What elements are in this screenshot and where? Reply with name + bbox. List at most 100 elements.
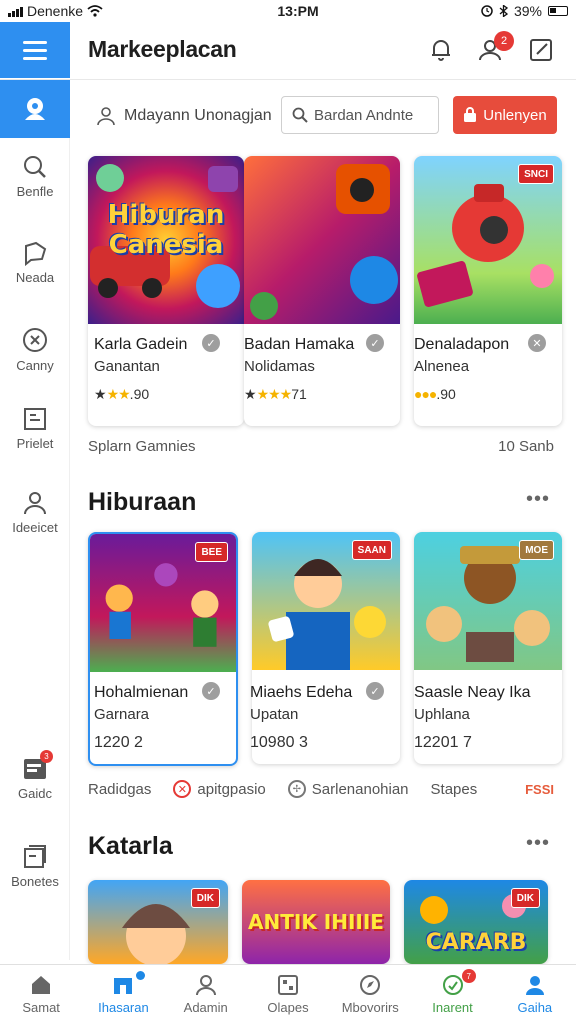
compass-icon: [360, 975, 381, 995]
footer-label[interactable]: Splarn Gamnies: [88, 438, 196, 455]
status-bar: Denenke 13:PM 39%: [0, 0, 576, 22]
card-thumbnail: ANTIK IHIIIE: [242, 880, 390, 964]
document-icon: [24, 408, 46, 430]
nav-label: Adamin: [183, 1000, 228, 1015]
edit-icon[interactable]: [528, 37, 554, 63]
sidebar-item-document[interactable]: Prielet: [0, 406, 70, 451]
wifi-icon: [87, 5, 103, 17]
nav-item-explore[interactable]: Mbovorirs: [329, 965, 411, 1024]
game-card[interactable]: BEE: [88, 532, 238, 766]
nav-item-store[interactable]: Ihasaran: [82, 965, 164, 1024]
game-card[interactable]: SAAN: [252, 532, 400, 764]
active-dot: [135, 971, 145, 980]
carrier-label: Denenke: [27, 3, 84, 19]
thumb-title: CARARB: [425, 930, 527, 955]
card-title: Saasle Neay Ika: [414, 684, 531, 701]
rating-stars: ★★★: [256, 386, 293, 402]
katarla-row: DIK ANTIK IHIIIE CARARB DIK: [80, 880, 548, 964]
sidebar-item-label: Bonetes: [11, 874, 59, 889]
card-subtitle: Garnara: [94, 706, 150, 723]
card-thumbnail: SNCI: [414, 156, 562, 324]
card-meta: 1220 2: [94, 734, 143, 751]
battery-icon: [548, 6, 568, 16]
store-icon: [114, 978, 133, 994]
alarm-icon: [481, 5, 493, 17]
sidebar-item-home[interactable]: [0, 80, 70, 138]
check-icon: ✓: [366, 682, 384, 700]
card-meta: 12201 7: [414, 734, 472, 751]
card-thumbnail: SAAN: [252, 532, 400, 670]
nav-item-grid[interactable]: Olapes: [247, 965, 329, 1024]
game-card[interactable]: ANTIK IHIIIE: [242, 880, 390, 964]
menu-button[interactable]: [0, 22, 70, 78]
rating-stars: ★★: [106, 386, 131, 402]
user-selector[interactable]: Mdayann Unonagjan: [96, 104, 272, 128]
sidebar-item-inbox[interactable]: Gaidc 3: [0, 750, 70, 801]
section-title: Katarla: [88, 832, 173, 860]
more-options-icon[interactable]: •••: [526, 488, 550, 511]
nav-item-profile[interactable]: Adamin: [165, 965, 247, 1024]
sidebar-item-search[interactable]: Benfle: [0, 154, 70, 199]
sidebar-item-user[interactable]: Ideeicet: [0, 490, 70, 535]
sidebar-item-label: Canny: [16, 358, 54, 373]
card-thumbnail: DIK: [88, 880, 228, 964]
sidebar-item-chat[interactable]: Neada: [0, 240, 70, 285]
bottom-nav: Samat Ihasaran Adamin Olapes Mbovorirs I…: [0, 964, 576, 1024]
user-label: Mdayann Unonagjan: [124, 107, 272, 124]
tag-label: Sarlenanohian: [311, 780, 409, 798]
hiburaan-row: BEE SAAN MOE: [80, 532, 562, 802]
profile-icon: [195, 975, 216, 996]
section-title: Hiburaan: [88, 488, 197, 516]
cta-button[interactable]: Unlenyen: [453, 96, 557, 134]
card-thumbnail: [244, 156, 400, 324]
card-title: Denaladapon: [414, 336, 510, 353]
notification-badge: 2: [494, 31, 514, 51]
featured-footer: Splarn Gamnies 10 Sanb: [88, 438, 554, 455]
nav-label: Inarent: [432, 1000, 473, 1015]
card-thumbnail: Hiburan Canesia: [88, 156, 244, 324]
card-title: Hohalmienan: [94, 684, 189, 701]
game-card[interactable]: MOE: [414, 532, 562, 764]
globe-icon: ✢: [287, 780, 306, 798]
tag-label: Radidgas: [88, 780, 152, 798]
check-icon: ✕: [528, 334, 546, 352]
sidebar-item-files[interactable]: Bonetes: [0, 844, 70, 889]
search-icon: [292, 107, 308, 123]
nav-item-alerts[interactable]: Inarent 7: [411, 965, 493, 1024]
block-icon: ✕: [173, 780, 192, 798]
tag-chip[interactable]: Radidgas: [88, 781, 151, 798]
sidebar: Benfle Neada Canny Prielet Ideeicet Gaid…: [0, 80, 70, 960]
bell-icon[interactable]: [428, 37, 454, 63]
card-rating: ●●●.90: [414, 386, 456, 402]
game-card[interactable]: DIK: [88, 880, 228, 964]
card-art: [250, 164, 398, 320]
featured-row: Hiburan Canesia SNCI: [80, 156, 562, 426]
card-subtitle: Alnenea: [414, 358, 470, 375]
page-title: Markeeplacan: [88, 36, 237, 62]
nav-label: Mbovorirs: [341, 1000, 399, 1015]
chat-icon: [25, 241, 47, 266]
tag-chip[interactable]: Stapes: [431, 781, 478, 798]
more-options-icon[interactable]: •••: [526, 832, 550, 855]
nav-label: Samat: [22, 1000, 60, 1015]
thumb-tag: BEE: [195, 542, 228, 562]
card-rating: ★★★.90: [94, 386, 150, 402]
card-thumbnail: BEE: [90, 534, 236, 672]
tag-chip[interactable]: ✢ Sarlenanohian: [287, 780, 409, 798]
sidebar-item-label: Prielet: [16, 436, 54, 451]
game-card[interactable]: CARARB DIK: [404, 880, 548, 964]
tag-label: Stapes: [430, 780, 478, 798]
footer-count[interactable]: 10 Sanb: [498, 438, 554, 455]
search-input[interactable]: Bardan Andnte: [281, 96, 439, 134]
rating-value: 71: [291, 386, 307, 402]
check-icon: ✓: [202, 682, 220, 700]
card-subtitle: Ganantan: [94, 358, 160, 375]
app-header: Markeeplacan 2: [0, 22, 576, 80]
card-title: Badan Hamaka: [244, 336, 355, 353]
card-thumbnail: MOE: [414, 532, 562, 670]
tag-chip[interactable]: ✕ apitgpasio: [173, 780, 266, 798]
nav-item-account[interactable]: Gaiha: [494, 965, 576, 1024]
sidebar-item-cancel[interactable]: Canny: [0, 326, 70, 373]
nav-item-home[interactable]: Samat: [0, 965, 82, 1024]
gamepad-icon: [25, 98, 45, 120]
